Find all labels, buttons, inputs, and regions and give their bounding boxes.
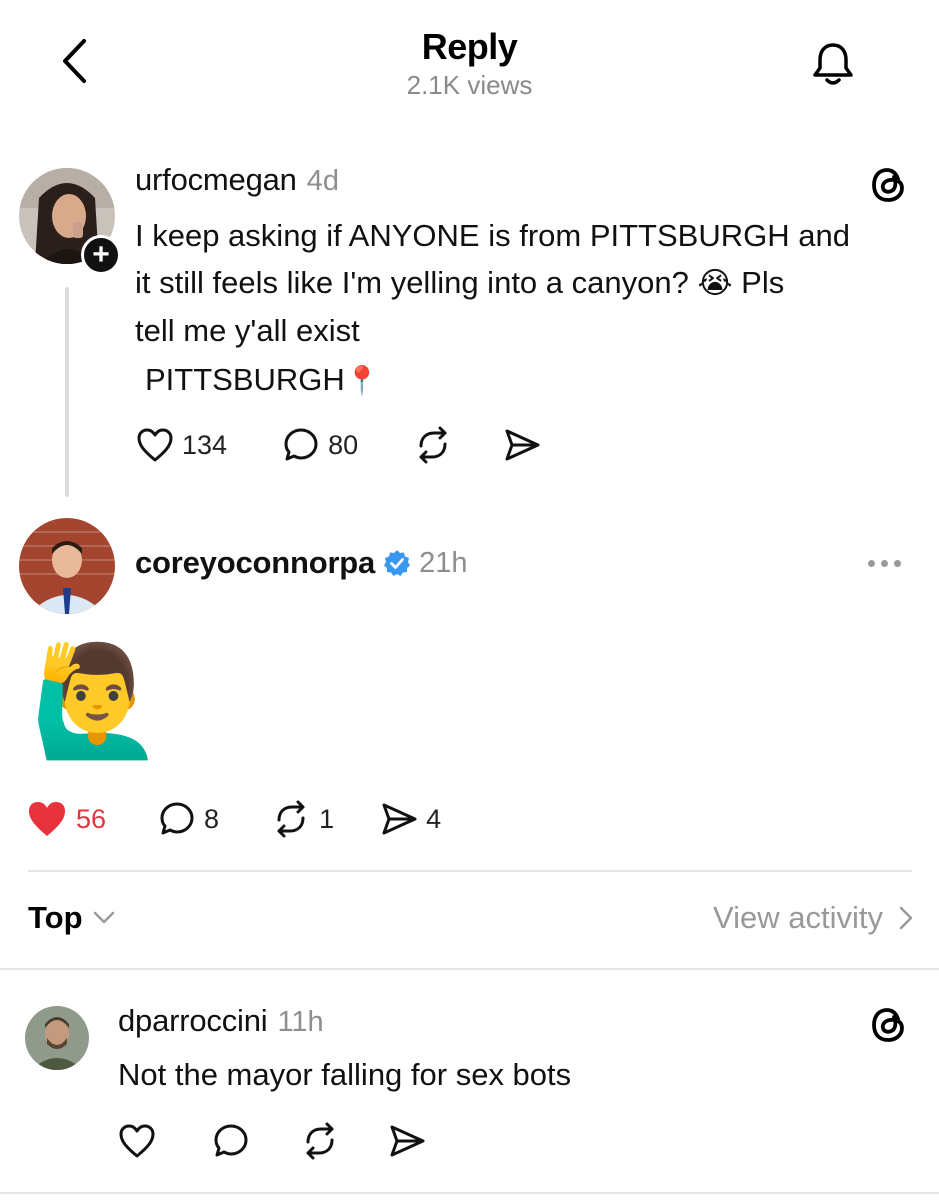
threads-logo-button[interactable] [868,164,910,206]
more-dots-icon [868,559,901,567]
threads-logo-icon [872,168,904,202]
repost-icon [419,426,447,464]
plus-icon: + [92,238,110,271]
comment-icon [160,802,194,835]
post-text-line: tell me y'all exist [135,313,360,348]
share-button[interactable]: 4 [380,801,441,837]
comment-username[interactable]: dparroccini [118,1003,268,1039]
post-text-segment: Pls [741,265,785,300]
reply-count: 80 [328,429,359,460]
reply-emoji: 🙋‍♂️ [30,640,165,761]
like-count: 134 [182,429,228,460]
post-text-line: I keep asking if ANYONE is from PITTSBUR… [135,218,850,253]
section-divider [28,870,912,872]
section-divider [0,968,939,970]
view-activity-link[interactable]: View activity [713,900,913,936]
comment-time: 11h [277,1006,324,1038]
comment-icon [214,1124,248,1157]
share-button[interactable] [503,427,541,463]
send-icon [390,1125,425,1157]
reply-time: 21h [419,546,468,579]
crying-emoji: 😭 [697,267,733,300]
follow-plus-button[interactable]: + [81,235,121,275]
comment-icon [284,428,318,461]
repost-icon [277,800,305,838]
reply-header: coreyoconnorpa 21h [135,545,467,581]
comment-actions [118,1122,426,1160]
comment-header: dparroccini 11h [118,1003,324,1039]
sort-dropdown[interactable]: Top [28,900,115,936]
like-button[interactable]: 134 [136,427,227,463]
heart-icon [137,428,173,462]
repost-button[interactable]: 1 [271,800,334,838]
send-icon [505,429,540,461]
like-count: 56 [76,803,107,834]
view-activity-label: View activity [713,900,883,935]
post-time: 4d [306,165,339,197]
verified-badge-icon [384,550,411,576]
section-divider [0,1192,939,1194]
post-location: PITTSBURGH📍 [145,356,380,404]
post-username[interactable]: urfocmegan [135,162,297,198]
chevron-down-icon [93,911,114,924]
repost-count: 1 [319,803,335,834]
threads-logo-button[interactable] [868,1004,910,1046]
post-actions: 134 80 [136,426,541,464]
reply-button[interactable] [212,1122,250,1160]
heart-filled-icon [29,802,65,836]
reply-username[interactable]: coreyoconnorpa [135,545,375,581]
page-title: Reply [421,26,518,67]
location-text: PITTSBURGH [145,362,345,397]
like-button[interactable]: 56 [26,800,106,838]
reply-actions: 56 8 1 4 [26,800,441,838]
repost-button[interactable] [413,426,453,464]
repost-button[interactable] [300,1122,340,1160]
reply-button[interactable]: 80 [282,426,358,464]
send-icon [382,803,417,835]
post-text: I keep asking if ANYONE is from PITTSBUR… [135,212,925,354]
like-button[interactable] [118,1123,156,1159]
share-button[interactable] [388,1123,426,1159]
threads-logo-icon [872,1008,904,1042]
notification-button[interactable] [806,38,860,90]
bell-icon [813,43,853,85]
post-text-segment: it still feels like I'm yelling into a c… [135,265,689,300]
view-count: 2.1K views [406,70,533,100]
avatar[interactable] [19,518,115,614]
comment-text: Not the mayor falling for sex bots [118,1057,572,1092]
repost-icon [306,1122,334,1160]
thread-connector-line [65,287,69,497]
post-header: urfocmegan 4d [135,162,339,198]
chevron-right-icon [899,906,913,930]
more-options-button[interactable] [868,548,912,578]
reply-button[interactable]: 8 [158,800,219,838]
reply-count: 8 [204,803,220,834]
sort-label: Top [28,900,83,935]
heart-icon [119,1124,155,1158]
avatar[interactable] [25,1006,89,1070]
pin-emoji: 📍 [344,365,380,396]
post-text-line: it still feels like I'm yelling into a c… [135,259,925,307]
share-count: 4 [426,803,442,834]
